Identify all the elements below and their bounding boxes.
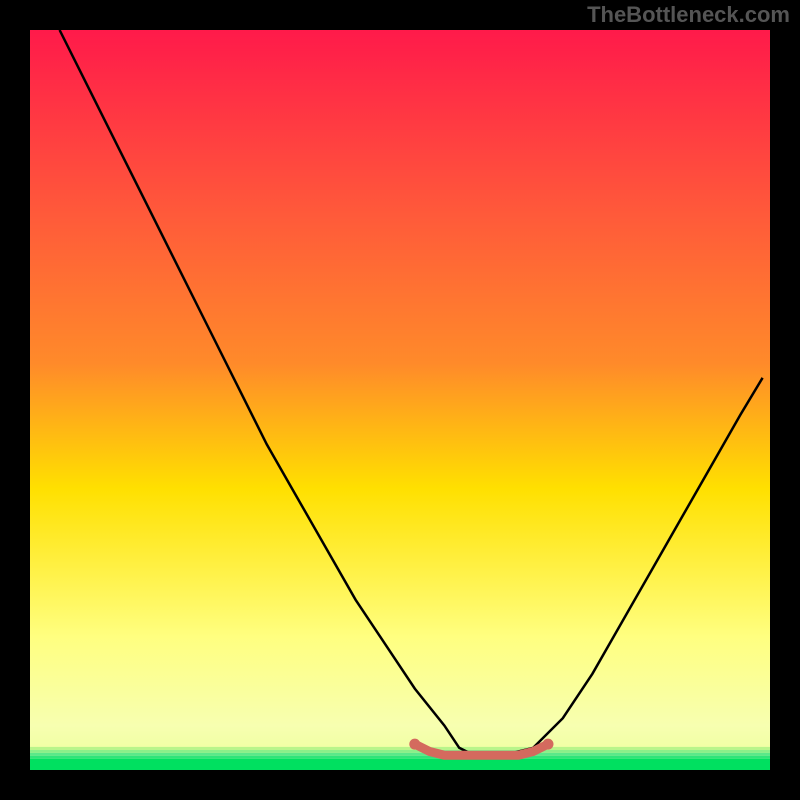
watermark-text: TheBottleneck.com <box>587 2 790 28</box>
bottleneck-chart <box>0 0 800 800</box>
chart-svg <box>0 0 800 800</box>
